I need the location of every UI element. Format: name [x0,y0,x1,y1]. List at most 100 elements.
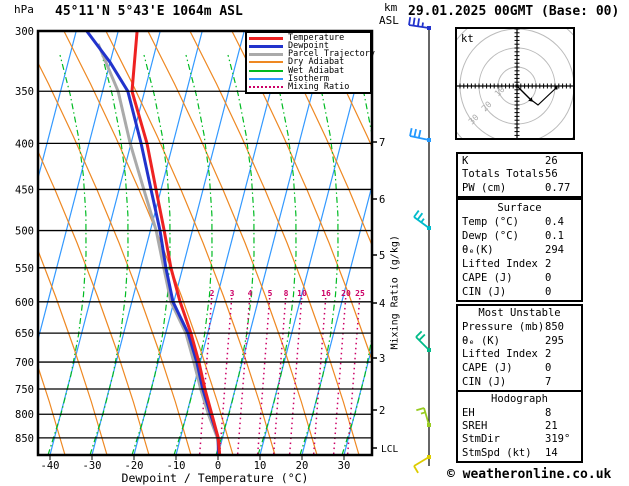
hodograph-unit-label: kt [461,33,474,45]
table-row: K 26 [462,155,581,168]
row-label: PW (cm) [462,181,507,194]
km-tick-label: 2 [379,405,385,417]
row-value: 0.1 [545,229,564,242]
row-value: 294 [545,243,564,256]
km-tick-label: 4 [379,298,385,310]
hodograph-inset: 10 20 30 kt [440,9,594,163]
pressure-tick-label: 600 [15,297,34,309]
table-row: CIN (J) 7 [462,376,581,389]
table-row: CAPE (J) 0 [462,362,581,375]
skewt-sounding-panel: hPa 45°11'N 5°43'E 1064m ASL km ASL 29.0… [0,0,629,486]
hodograph-ring-label: 30 [467,113,481,127]
row-value: 0.4 [545,215,564,228]
table-row: PW (cm) 0.77 [462,182,581,195]
row-label: StmDir [462,433,500,446]
temperature-curve [130,31,222,455]
row-label: CAPE (J) [462,271,513,284]
wet-adiabat-line [215,54,255,455]
table-row: θₑ (K) 295 [462,335,581,348]
legend: Temperature Dewpoint Parcel Trajectory Dry … [245,31,375,94]
hodograph-plot: 102030kt [440,9,594,163]
pressure-tick-label: 650 [15,328,34,340]
temp-tick-label: 30 [338,460,351,472]
row-label: Temp (°C) [462,215,519,228]
row-label: CAPE (J) [462,361,513,374]
table-row: Pressure (mb) 850 [462,321,581,334]
dry-adiabat-line [315,31,372,149]
copyright-link[interactable]: © weatheronline.co.uk [447,467,611,482]
table-header: Hodograph [491,393,548,406]
legend-swatch [249,36,283,40]
plot-background: 2 3 4 5 8 10 16 20 25 [38,31,372,455]
table-row: StmDir 319° [462,433,581,446]
wet-adiabat-line [299,54,339,455]
mixing-ratio-line [312,297,327,455]
mixing-ratio-value: 20 [341,289,351,298]
table-row: Totals Totals 56 [462,168,581,181]
table-row: Lifted Index 2 [462,348,581,361]
row-label: Totals Totals [462,168,545,181]
row-label: K [462,155,469,168]
row-label: θₑ (K) [462,334,500,347]
wind-barb [409,127,431,142]
mixing-ratio-value: 10 [297,289,307,298]
pressure-tick-label: 850 [15,433,34,445]
isotherm-line [91,31,203,455]
temp-tick-label: -30 [83,460,102,472]
mixing-ratio-value: 16 [321,289,331,298]
dry-adiabat-line [189,31,360,455]
pressure-tick-label: 750 [15,384,34,396]
x-axis-title: Dewpoint / Temperature (°C) [121,471,309,485]
legend-item: Mixing Ratio [249,83,368,91]
dry-adiabat-line [63,31,234,455]
hodograph-trace-2 [529,87,557,106]
mixing-ratio-value: 2 [210,289,215,298]
legend-swatch [249,77,283,80]
row-label: Lifted Index [462,348,538,361]
table-row: CIN (J) 0 [462,286,581,299]
row-value: 0.77 [545,181,571,194]
row-value: 56 [545,168,558,181]
row-label: Lifted Index [462,257,538,270]
pressure-tick-label: 350 [15,86,34,98]
mixing-ratio-value: 4 [248,289,253,298]
legend-label: Mixing Ratio [288,81,350,92]
row-value: 319° [545,433,571,446]
wet-adiabat-line [47,54,87,455]
pressure-tick-label: 800 [15,409,34,421]
row-value: 26 [545,155,558,168]
row-value: 2 [545,348,552,361]
km-tick-label: 5 [379,250,385,262]
hodograph-table: Hodograph EH 8 SREH 21 StmDir 319° StmSpd (kt) 1… [456,390,583,463]
pressure-tick-label: 500 [15,226,34,238]
pressure-tick-label: 450 [15,184,34,196]
dewpoint-curve [85,31,220,455]
table-row: Temp (°C) 0.4 [462,216,581,229]
row-label: θₑ(K) [462,243,494,256]
mixing-ratio-line [272,297,287,455]
row-label: CIN (J) [462,375,507,388]
table-header: Most Unstable [478,307,561,320]
row-value: 0 [545,271,552,284]
dry-adiabat-line [147,31,318,455]
temp-tick-label: -40 [41,460,60,472]
row-value: 7 [545,375,552,388]
lcl-label: LCL [381,444,398,455]
row-label: Pressure (mb) [462,320,545,333]
skewt-chart: 2 3 4 5 8 10 16 20 25300350400450500550600650700… [15,16,431,474]
legend-swatch [249,44,283,48]
pressure-tick-label: 300 [15,26,34,38]
hodograph-marker [554,86,558,90]
table-row: θₑ(K) 294 [462,244,581,257]
wet-adiabat-line [257,54,297,455]
mixing-ratio-axis-label: Mixing Ratio (g/kg) [389,235,401,350]
row-value: 0 [545,361,552,374]
row-label: StmSpd (kt) [462,446,532,459]
row-value: 8 [545,406,552,419]
legend-swatch [249,69,283,72]
mixing-ratio-value: 8 [284,289,289,298]
mixing-ratio-value: 5 [268,289,273,298]
mixing-ratio-value: 25 [355,289,365,298]
table-row: EH 8 [462,407,581,420]
isotherm-line [49,31,161,455]
